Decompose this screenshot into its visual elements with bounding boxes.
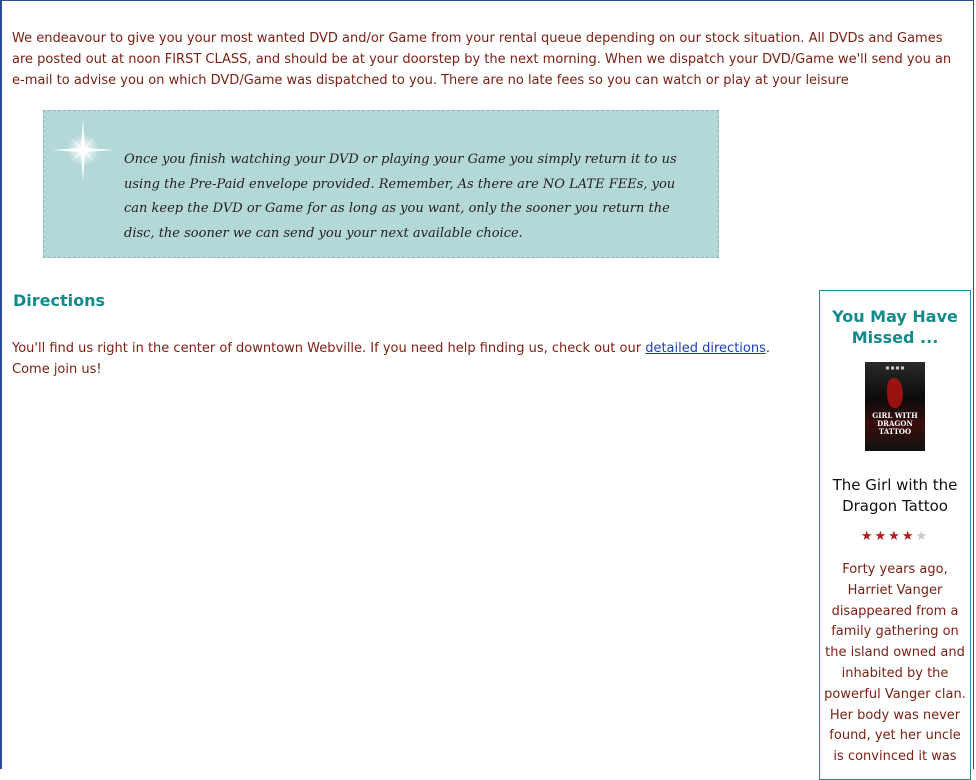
sidebar-title: You May Have Missed ... <box>832 307 958 347</box>
movie-blurb: Forty years ago, Harriet Vanger disappea… <box>824 562 966 765</box>
poster-badge: ■ ■ ■ ■ <box>885 365 905 370</box>
movie-poster[interactable]: ■ ■ ■ ■ GIRL WITH DRAGON TATTOO <box>865 362 925 451</box>
star-filled-icon: ★ <box>874 529 889 544</box>
poster-title: GIRL WITH DRAGON TATTOO <box>872 411 918 436</box>
movie-title[interactable]: The Girl with the Dragon Tattoo <box>824 475 966 517</box>
page-frame: We endeavour to give you your most wante… <box>0 0 974 780</box>
detailed-directions-link[interactable]: detailed directions <box>645 341 766 356</box>
directions-heading: Directions <box>13 291 106 310</box>
star-empty-icon: ★ <box>915 529 930 544</box>
star-filled-icon: ★ <box>860 529 875 544</box>
movie-rating: ★★★★★ <box>820 529 970 544</box>
star-filled-icon: ★ <box>888 529 902 544</box>
directions-text: You'll find us right in the center of do… <box>12 341 646 356</box>
return-notice-text: Once you finish watching your DVD or pla… <box>124 152 677 241</box>
directions-paragraph: You'll find us right in the center of do… <box>12 338 802 380</box>
star-filled-icon: ★ <box>901 529 916 544</box>
recommendation-sidebar: You May Have Missed ... ■ ■ ■ ■ GIRL WIT… <box>819 290 971 780</box>
return-notice-box: Once you finish watching your DVD or pla… <box>43 110 719 258</box>
sparkle-star-icon <box>52 119 114 181</box>
intro-paragraph: We endeavour to give you your most wante… <box>12 31 952 88</box>
poster-art <box>887 378 903 408</box>
